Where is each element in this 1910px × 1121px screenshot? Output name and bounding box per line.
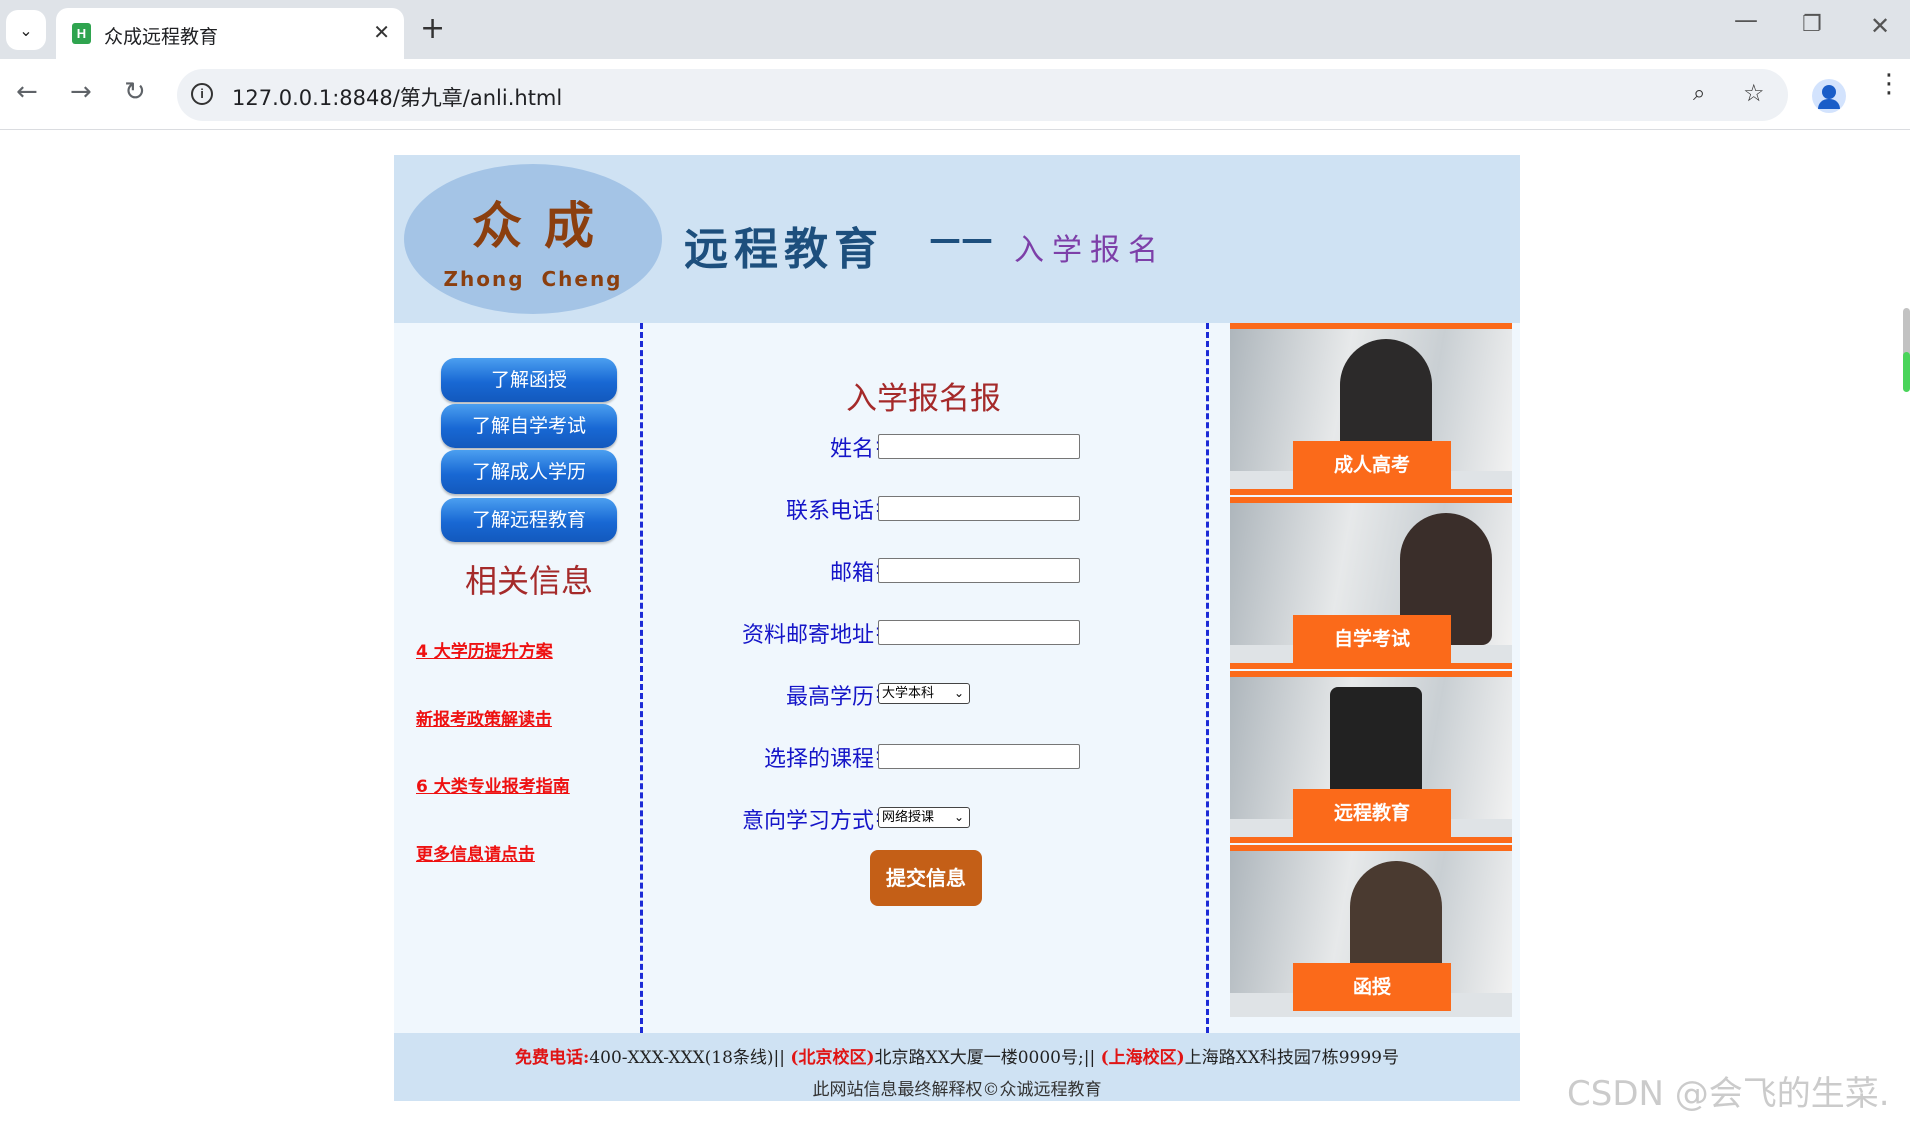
tile-bar [1230, 489, 1512, 495]
label-name: 姓名 [829, 437, 874, 462]
course-input[interactable] [878, 744, 1080, 769]
address-bar[interactable]: i 127.0.0.1:8848/第九章/anli.html ⌕ ☆ [177, 69, 1788, 121]
footer-copyright: 此网站信息最终解释权©众诚远程教育 [812, 1080, 1102, 1100]
footer-contact: 免费电话:400-XXX-XXX(18条线)|| (北京校区)北京路XX大厦一楼… [394, 1043, 1520, 1068]
nav-button-correspondence[interactable]: 了解函授 [441, 358, 617, 402]
label-phone: 联系电话 [785, 499, 874, 524]
divider-right [1206, 323, 1209, 1033]
hbuilder-icon: H [72, 23, 91, 44]
star-icon[interactable]: ☆ [1743, 79, 1765, 107]
chevron-down-icon: ⌄ [953, 686, 964, 700]
url-text[interactable]: 127.0.0.1:8848/第九章/anli.html [232, 82, 562, 112]
footer-beijing: 北京路XX大厦一楼0000号;|| [874, 1048, 1096, 1068]
scrollbar-indicator [1903, 352, 1910, 392]
related-info-heading: 相关信息 [464, 562, 593, 600]
label-education: 最高学历 [785, 685, 874, 710]
footer-shanghai: 上海路XX科技园7栋9999号 [1184, 1048, 1399, 1068]
link-degree-plans[interactable]: 4 大学历提升方案 [416, 637, 553, 662]
tile-caption: 自学考试 [1293, 615, 1451, 663]
right-column: 成人高考 自学考试 远程教育 函授 [1230, 323, 1514, 1033]
restore-icon[interactable]: ❐ [1802, 12, 1822, 37]
form-title: 入学报名报 [846, 381, 1001, 417]
link-more-info[interactable]: 更多信息请点击 [416, 840, 535, 865]
email-input[interactable] [878, 558, 1080, 583]
info-icon[interactable]: i [191, 83, 213, 105]
zoom-icon[interactable]: ⌕ [1693, 81, 1705, 106]
nav-button-remote-education[interactable]: 了解远程教育 [441, 498, 617, 542]
logo-english: Zhong Cheng [443, 267, 623, 291]
window-close-icon[interactable]: ✕ [1870, 12, 1890, 40]
submit-button[interactable]: 提交信息 [870, 850, 982, 906]
tile-self-exam[interactable]: 自学考试 [1230, 497, 1512, 669]
label-study-mode: 意向学习方式 [741, 809, 874, 834]
browser-tab[interactable]: H 众成远程教育 ✕ [56, 8, 404, 59]
label-course: 选择的课程 [763, 747, 874, 772]
arrow-left-icon[interactable]: ← [16, 77, 38, 107]
chevron-down-icon[interactable]: ⌄ [6, 10, 46, 50]
site-title: 远程教育 [684, 224, 884, 275]
kebab-menu-icon[interactable]: ⋮ [1876, 71, 1902, 97]
reload-icon[interactable]: ↻ [124, 77, 146, 107]
education-select-value: 大学本科 [882, 686, 935, 701]
footer-phone: 400-XXX-XXX(18条线)|| [589, 1048, 786, 1068]
address-input[interactable] [878, 620, 1080, 645]
study-mode-select[interactable]: 网络授课 ⌄ [878, 807, 970, 828]
link-policy[interactable]: 新报考政策解读击 [416, 705, 552, 730]
tile-correspondence[interactable]: 函授 [1230, 845, 1512, 1017]
registration-form: 入学报名报 姓名 : 联系电话 : 邮箱 : 资料邮寄地址 : 最高学历 : 大… [644, 323, 1204, 1033]
watermark: CSDN @会飞的生菜. [1567, 1074, 1890, 1114]
page-container: 众成 Zhong Cheng 远程教育 —— 入学报名 了解函授 了解自学考试 … [394, 155, 1520, 1101]
label-email: 邮箱 [829, 561, 874, 586]
site-footer: 免费电话:400-XXX-XXX(18条线)|| (北京校区)北京路XX大厦一楼… [394, 1033, 1520, 1101]
tile-remote-education[interactable]: 远程教育 [1230, 671, 1512, 843]
profile-icon[interactable] [1812, 79, 1846, 113]
logo: 众成 Zhong Cheng [404, 164, 662, 314]
arrow-right-icon[interactable]: → [70, 77, 92, 107]
site-subtitle: 入学报名 [1014, 233, 1166, 268]
name-input[interactable] [878, 434, 1080, 459]
footer-shanghai-label: (上海校区) [1100, 1048, 1185, 1068]
footer-beijing-label: (北京校区) [790, 1048, 875, 1068]
nav-button-self-exam[interactable]: 了解自学考试 [441, 404, 617, 448]
divider-left [640, 323, 643, 1033]
tile-adult-exam[interactable]: 成人高考 [1230, 323, 1512, 495]
footer-phone-label: 免费电话: [515, 1048, 590, 1068]
close-icon[interactable]: ✕ [373, 20, 390, 44]
study-mode-select-value: 网络授课 [882, 810, 935, 825]
phone-input[interactable] [878, 496, 1080, 521]
link-major-guide[interactable]: 6 大类专业报考指南 [416, 772, 570, 797]
minimize-icon[interactable]: — [1734, 6, 1758, 34]
plus-icon[interactable]: + [420, 12, 445, 46]
tile-bar [1230, 663, 1512, 669]
logo-chinese: 众成 [472, 196, 616, 255]
browser-tab-bar: ⌄ H 众成远程教育 ✕ + — ❐ ✕ [0, 0, 1910, 59]
label-address: 资料邮寄地址 [741, 623, 874, 648]
tile-caption: 远程教育 [1293, 789, 1451, 837]
tile-caption: 成人高考 [1293, 441, 1451, 489]
tile-caption: 函授 [1293, 963, 1451, 1011]
tile-bar [1230, 837, 1512, 843]
tab-title: 众成远程教育 [104, 26, 219, 48]
nav-button-adult-education[interactable]: 了解成人学历 [441, 450, 617, 494]
chevron-down-icon: ⌄ [953, 810, 964, 824]
site-header: 众成 Zhong Cheng 远程教育 —— 入学报名 [394, 155, 1520, 323]
browser-toolbar: ← → ↻ i 127.0.0.1:8848/第九章/anli.html ⌕ ☆… [0, 59, 1910, 130]
title-dash: —— [929, 220, 993, 258]
left-sidebar: 了解函授 了解自学考试 了解成人学历 了解远程教育 相关信息 4 大学历提升方案… [394, 323, 642, 1033]
education-select[interactable]: 大学本科 ⌄ [878, 683, 970, 704]
